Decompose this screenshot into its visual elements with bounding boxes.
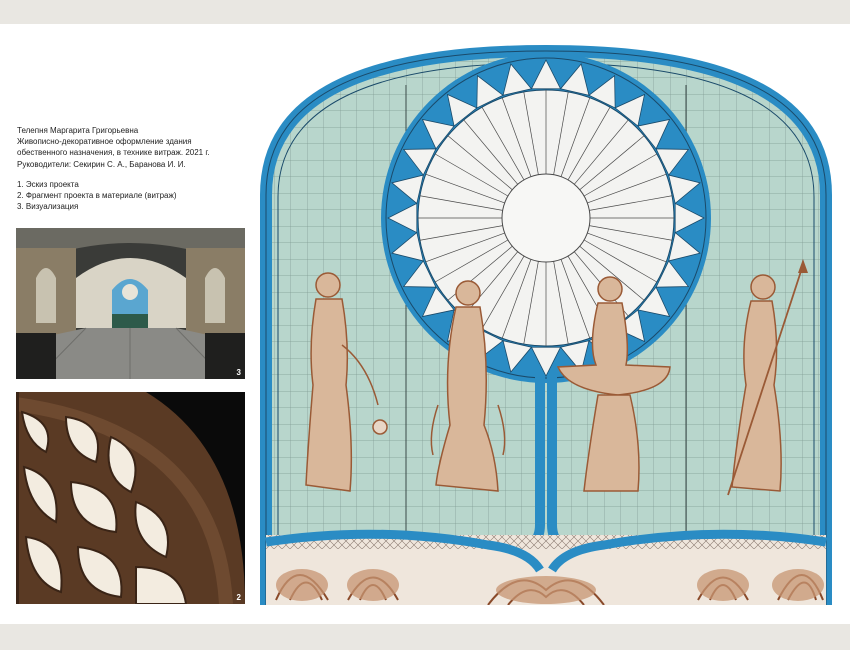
supervisors: Руководители: Секирин С. А., Баранова И.… xyxy=(17,159,186,169)
legend-item-1: 1. Эскиз проекта xyxy=(17,179,79,189)
project-title-line-2: обественного назначения, в технике витра… xyxy=(17,148,210,158)
project-title-line-1: Живописно-декоративное оформление здания xyxy=(17,137,192,147)
author-name: Телепня Маргарита Григорьевна xyxy=(17,126,139,135)
project-caption: Телепня Маргарита Григорьевна Живописно-… xyxy=(17,125,210,212)
stained-glass-sketch xyxy=(258,44,834,606)
photo-number-2: 2 xyxy=(236,593,241,602)
legend-item-2: 2. Фрагмент проекта в материале (витраж) xyxy=(17,191,177,201)
photo-number-3: 3 xyxy=(236,368,241,377)
hall-visualization-photo: 3 xyxy=(16,228,245,379)
stained-glass-fragment-photo: 2 xyxy=(16,392,245,604)
legend-item-3: 3. Визуализация xyxy=(17,202,79,212)
